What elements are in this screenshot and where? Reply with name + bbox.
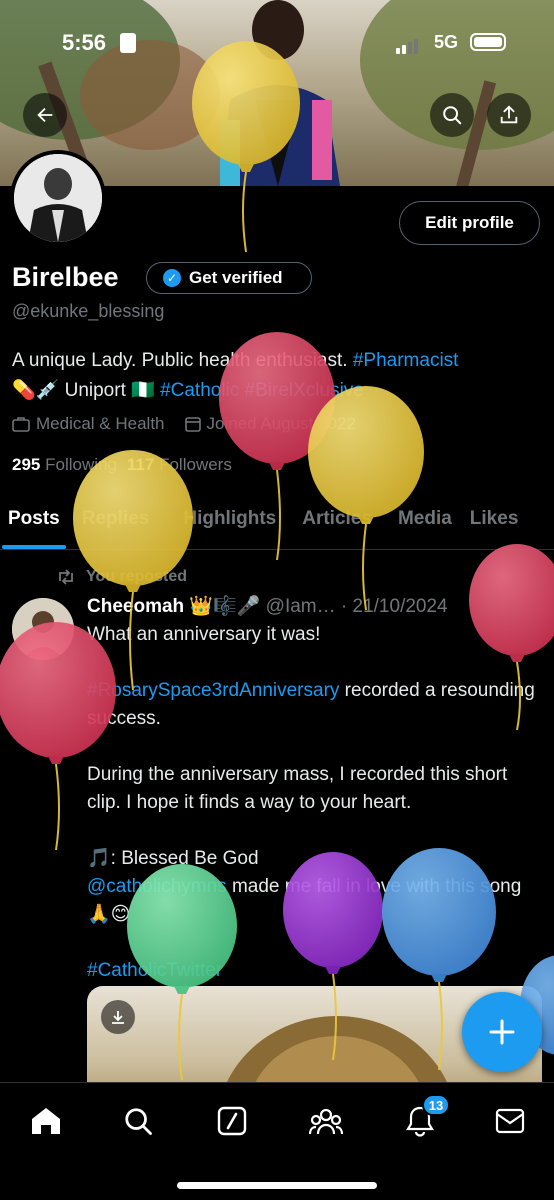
joined-label: Joined August 2022 — [206, 414, 356, 433]
nav-communities[interactable] — [306, 1101, 346, 1141]
download-icon — [112, 1011, 124, 1024]
get-verified-label: Get verified — [189, 268, 283, 287]
post-author-avatar[interactable] — [12, 598, 74, 660]
post-author-name[interactable]: Cheeomah 👑🎼🎤 — [87, 596, 260, 617]
post-hashtag-rosary[interactable]: #RosarySpace3rdAnniversary — [87, 680, 339, 701]
search-icon — [125, 1108, 152, 1135]
category-label: Medical & Health — [36, 414, 165, 433]
followers-link[interactable]: 117 Followers — [127, 455, 232, 475]
nav-messages[interactable] — [490, 1101, 530, 1141]
profile-bio: A unique Lady. Public health enthusiast.… — [12, 346, 542, 406]
post-hashtag-catholic[interactable]: #CatholicTwitter — [87, 960, 222, 981]
signal-icon — [396, 36, 420, 54]
following-link[interactable]: 295 Following — [12, 455, 117, 475]
following-count: 295 — [12, 455, 41, 474]
edit-profile-button[interactable]: Edit profile — [399, 201, 540, 245]
avatar-image — [14, 154, 102, 242]
nav-grok[interactable] — [212, 1101, 252, 1141]
tab-highlights[interactable]: Highlights — [175, 500, 284, 549]
post-text: What an anniversary it was! #RosarySpace… — [87, 621, 537, 1013]
followers-count: 117 — [126, 455, 155, 474]
status-time: 5:56 — [62, 30, 107, 55]
home-icon — [32, 1108, 60, 1134]
tab-likes[interactable]: Likes — [462, 500, 527, 549]
nav-home[interactable] — [26, 1101, 66, 1141]
share-button[interactable] — [487, 93, 531, 137]
mail-icon — [495, 1108, 525, 1134]
post-mention[interactable]: @catholichymns — [87, 876, 227, 897]
profile-handle: @ekunke_blessing — [12, 301, 165, 321]
profile-tabs: Posts Replies Highlights Articles Media … — [0, 500, 554, 550]
briefcase-icon — [12, 417, 30, 432]
tab-media[interactable]: Media — [390, 500, 460, 549]
tab-articles[interactable]: Articles — [294, 500, 380, 549]
notification-count-badge: 13 — [422, 1094, 450, 1116]
bio-hashtags[interactable]: #Catholic #BirelXclusive — [160, 380, 364, 401]
get-verified-button[interactable]: ✓ Get verified — [146, 262, 312, 294]
post-handle-date: @Iam… · 21/10/2024 — [265, 596, 448, 617]
followers-label: Followers — [159, 455, 232, 474]
grok-icon — [217, 1106, 247, 1136]
profile-avatar[interactable] — [10, 150, 106, 246]
tab-posts[interactable]: Posts — [0, 500, 68, 549]
battery-icon — [470, 33, 506, 51]
bio-hashtag-pharmacist[interactable]: #Pharmacist — [353, 350, 459, 371]
post-line: During the anniversary mass, I recorded … — [87, 764, 508, 813]
bio-emoji-text: 💊💉 Uniport 🇳🇬 — [12, 380, 155, 401]
plus-icon — [489, 1019, 515, 1045]
arrow-left-icon — [37, 107, 53, 123]
verified-badge-icon: ✓ — [163, 269, 181, 287]
nav-search[interactable] — [118, 1101, 158, 1141]
post-header: Cheeomah 👑🎼🎤 @Iam… · 21/10/2024 — [87, 594, 448, 618]
network-type: 5G — [434, 32, 459, 52]
post-line: What an anniversary it was! — [87, 624, 321, 645]
post-song-line: 🎵: Blessed Be God — [87, 848, 259, 869]
bio-text: A unique Lady. Public health enthusiast. — [12, 350, 348, 371]
profile-meta: Medical & Health Joined August 2022 — [12, 414, 356, 434]
search-button[interactable] — [430, 93, 474, 137]
back-button[interactable] — [23, 93, 67, 137]
following-label: Following — [45, 455, 117, 474]
communities-icon — [309, 1108, 343, 1135]
search-icon — [443, 106, 462, 125]
repost-icon — [59, 569, 73, 585]
follow-counts: 295 Following 117 Followers — [12, 455, 232, 475]
compose-post-button[interactable] — [462, 992, 542, 1072]
tab-replies[interactable]: Replies — [74, 500, 158, 549]
home-indicator — [177, 1182, 377, 1189]
profile-category: Medical & Health — [12, 414, 165, 434]
calendar-icon — [184, 417, 201, 432]
author-avatar-image — [12, 598, 74, 660]
display-name: Birelbee — [12, 262, 119, 292]
status-bar: 5:56 5G — [0, 22, 554, 62]
repost-indicator: You reposted — [56, 568, 187, 586]
repost-label: You reposted — [86, 568, 188, 585]
share-icon — [500, 105, 518, 124]
download-button[interactable] — [101, 1000, 135, 1034]
profile-joined: Joined August 2022 — [184, 414, 356, 434]
sim-icon — [120, 33, 136, 53]
